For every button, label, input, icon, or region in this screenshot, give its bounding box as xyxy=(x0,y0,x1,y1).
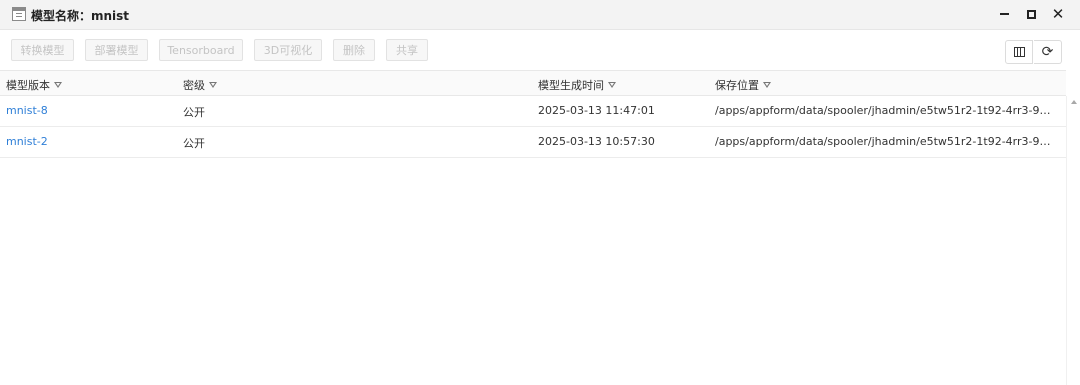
minimize-icon xyxy=(999,13,1009,15)
filter-icon[interactable] xyxy=(608,82,616,88)
deploy-model-button[interactable]: 部署模型 xyxy=(85,39,148,61)
table-row[interactable]: mnist-8 公开 2025-03-13 11:47:01 /apps/app… xyxy=(0,96,1066,127)
security-level-cell: 公开 xyxy=(183,106,205,119)
columns-icon xyxy=(1013,47,1025,57)
window-title: 模型名称：mnist xyxy=(31,9,130,23)
filter-icon[interactable] xyxy=(209,82,217,88)
column-header-label: 密级 xyxy=(183,79,205,92)
close-icon: ✕ xyxy=(1051,5,1065,23)
filter-icon[interactable] xyxy=(763,82,771,88)
column-header-label: 模型生成时间 xyxy=(538,79,604,92)
column-header-created-time[interactable]: 模型生成时间 xyxy=(538,77,616,93)
close-button[interactable]: ✕ xyxy=(1048,4,1068,24)
title-bar: 模型名称：mnist ✕ xyxy=(0,0,1080,30)
model-version-link[interactable]: mnist-2 xyxy=(6,135,48,148)
model-version-link[interactable]: mnist-8 xyxy=(6,104,48,117)
filter-icon[interactable] xyxy=(54,82,62,88)
column-settings-button[interactable] xyxy=(1005,40,1033,64)
location-cell: /apps/appform/data/spooler/jhadmin/e5tw5… xyxy=(715,104,1057,117)
refresh-button[interactable]: ⟳ xyxy=(1034,40,1062,64)
column-header-version[interactable]: 模型版本 xyxy=(6,77,62,93)
scroll-up-arrow-icon[interactable] xyxy=(1071,100,1077,104)
column-header-location[interactable]: 保存位置 xyxy=(715,77,771,93)
3d-visualize-button[interactable]: 3D可视化 xyxy=(254,39,322,61)
created-time-cell: 2025-03-13 11:47:01 xyxy=(538,104,655,117)
security-level-cell: 公开 xyxy=(183,137,205,150)
created-time-cell: 2025-03-13 10:57:30 xyxy=(538,135,655,148)
window-app-icon xyxy=(12,7,26,21)
tensorboard-button[interactable]: Tensorboard xyxy=(159,39,243,61)
vertical-scrollbar[interactable] xyxy=(1066,96,1080,385)
column-header-security-level[interactable]: 密级 xyxy=(183,77,217,93)
table-header: 模型版本 密级 模型生成时间 保存位置 xyxy=(0,70,1066,96)
maximize-icon xyxy=(1026,9,1036,19)
table-row[interactable]: mnist-2 公开 2025-03-13 10:57:30 /apps/app… xyxy=(0,127,1066,158)
delete-button[interactable]: 删除 xyxy=(333,39,375,61)
refresh-icon: ⟳ xyxy=(1041,44,1054,60)
maximize-button[interactable] xyxy=(1021,4,1041,24)
column-header-label: 保存位置 xyxy=(715,79,759,92)
minimize-button[interactable] xyxy=(994,4,1014,24)
share-button[interactable]: 共享 xyxy=(386,39,428,61)
location-cell: /apps/appform/data/spooler/jhadmin/e5tw5… xyxy=(715,135,1057,148)
column-header-label: 模型版本 xyxy=(6,79,50,92)
convert-model-button[interactable]: 转换模型 xyxy=(11,39,74,61)
